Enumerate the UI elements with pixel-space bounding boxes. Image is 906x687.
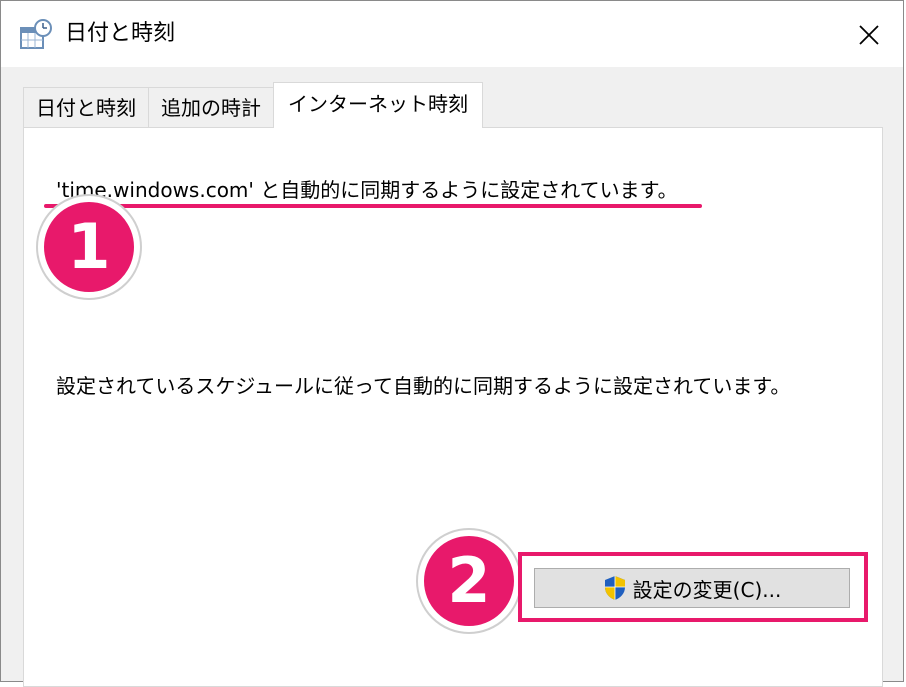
tab-additional-clocks[interactable]: 追加の時計 (148, 87, 274, 127)
uac-shield-icon (604, 576, 625, 600)
internet-time-panel: 'time.windows.com' と自動的に同期するように設定されています。… (23, 127, 883, 687)
tab-strip: 日付と時刻 追加の時計 インターネット時刻 (23, 82, 483, 128)
window-title: 日付と時刻 (65, 21, 176, 46)
title-bar: 日付と時刻 (1, 1, 903, 67)
annotation-badge-2: 2 (418, 530, 520, 632)
sync-status-text: 'time.windows.com' と自動的に同期するように設定されています。 (56, 178, 678, 202)
close-button[interactable] (849, 15, 889, 55)
date-time-dialog: 日付と時刻 日付と時刻 追加の時計 インターネット時刻 'time.window… (0, 0, 904, 687)
tab-date-time[interactable]: 日付と時刻 (23, 87, 149, 127)
date-time-icon (20, 19, 52, 49)
close-icon (859, 25, 879, 45)
schedule-status-text: 設定されているスケジュールに従って自動的に同期するように設定されています。 (56, 374, 791, 398)
change-settings-label: 設定の変更(C)... (632, 577, 782, 602)
tab-internet-time[interactable]: インターネット時刻 (273, 82, 483, 128)
annotation-underline (44, 204, 702, 208)
annotation-badge-1: 1 (38, 196, 140, 298)
change-settings-button[interactable]: 設定の変更(C)... (534, 568, 850, 608)
